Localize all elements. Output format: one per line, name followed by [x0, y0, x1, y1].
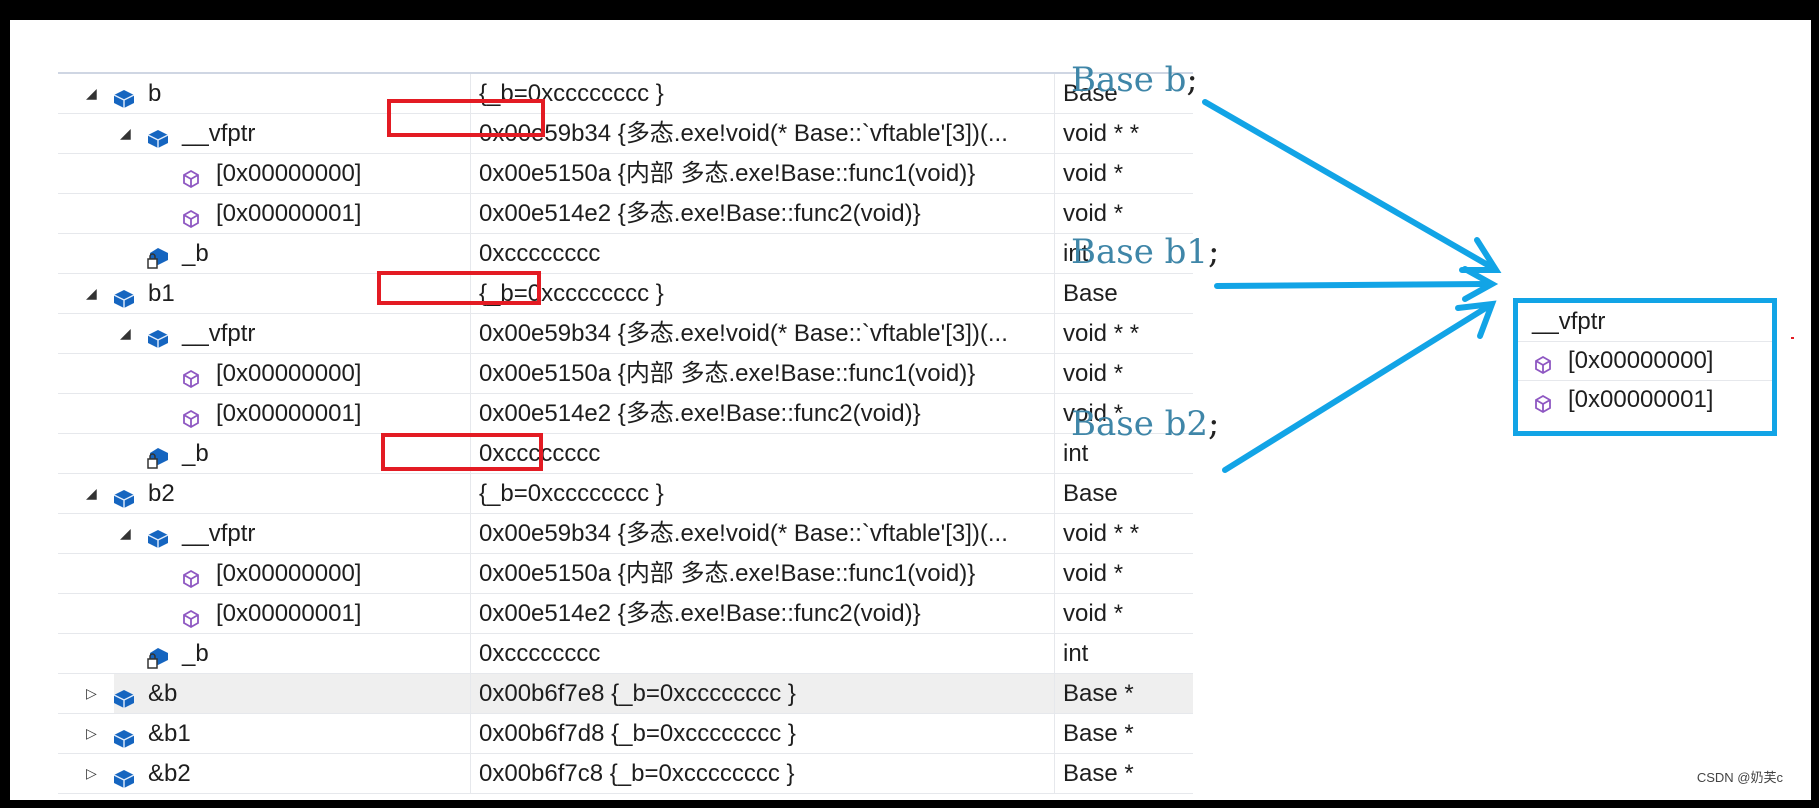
watermark: CSDN @奶芙c	[1696, 770, 1783, 785]
vftable-title-row: __vfptr	[1518, 303, 1772, 342]
arrow-from-b1	[1214, 281, 1490, 289]
window-frame-top	[0, 0, 1819, 20]
vftable-title: __vfptr	[1532, 308, 1606, 335]
method-icon	[1532, 350, 1556, 375]
screenshot-canvas: ◢ b {_b=0xcccccccc } Base ◢ __vfptr 0x00e59b34…	[10, 20, 1811, 800]
vftable-entry-row[interactable]: [0x00000000]	[1518, 342, 1772, 381]
window-frame-left	[0, 0, 10, 808]
vftable-entry-row[interactable]: [0x00000001]	[1518, 381, 1772, 419]
method-icon	[1532, 389, 1556, 414]
vftable-entry-label: [0x00000000]	[1568, 347, 1714, 374]
vftable-entry-label: [0x00000001]	[1568, 386, 1714, 413]
arrow-from-b	[1202, 99, 1496, 271]
vftable-box: __vfptr [0x00000000] [0x00000001]	[1513, 298, 1777, 436]
stray-mark	[1791, 337, 1794, 339]
arrow-from-b2	[1222, 303, 1492, 473]
window-frame-bottom	[0, 800, 1819, 808]
window-frame-right	[1811, 0, 1819, 808]
